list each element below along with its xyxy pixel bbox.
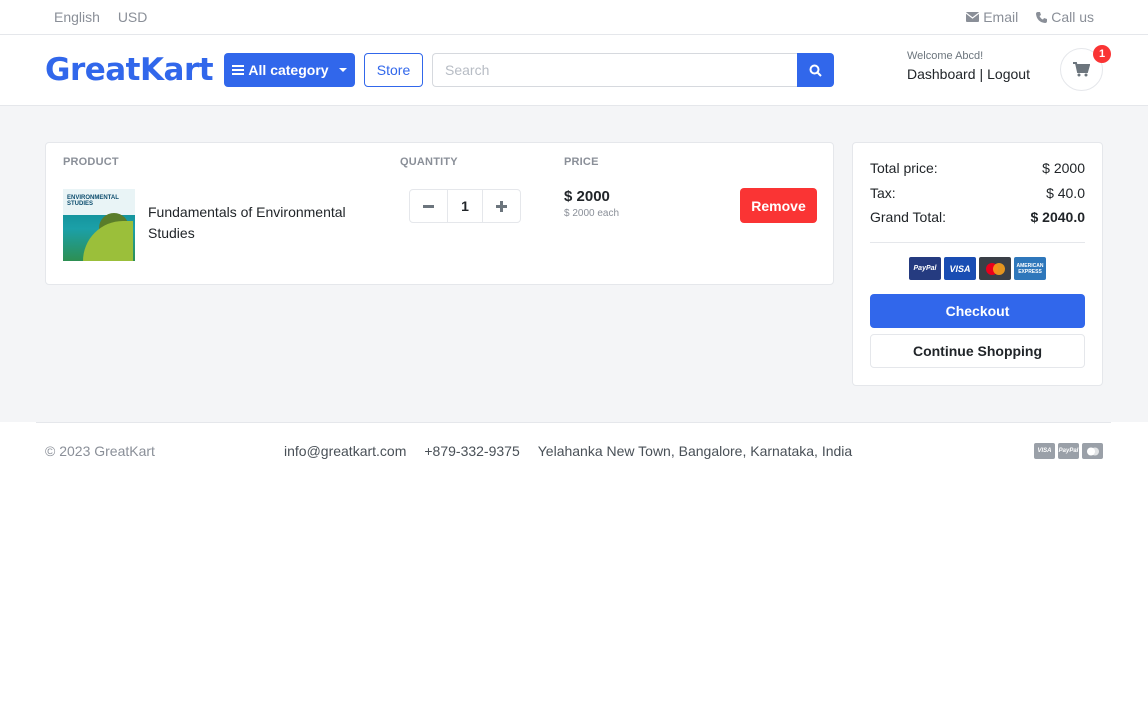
language-selector[interactable]: English <box>54 9 100 25</box>
column-header-quantity: QUANTITY <box>400 156 458 168</box>
summary-divider <box>870 242 1085 243</box>
footer-visa-icon: VISA <box>1034 443 1055 459</box>
product-name-link[interactable]: Fundamentals of Environmental Studies <box>148 202 378 244</box>
column-header-product: PRODUCT <box>63 156 119 168</box>
thumbnail-leaf-graphic <box>83 221 133 261</box>
total-price-value: $ 2000 <box>1042 160 1085 176</box>
search-icon <box>809 64 822 77</box>
summary-grand-total-row: Grand Total: $ 2040.0 <box>870 209 1085 225</box>
decrease-quantity-button[interactable] <box>410 190 447 222</box>
footer-address: Yelahanka New Town, Bangalore, Karnataka… <box>537 443 853 459</box>
caret-down-icon <box>338 68 347 72</box>
call-link[interactable]: Call us <box>1036 9 1094 25</box>
product-thumbnail[interactable]: ENVIRONMENTAL STUDIES <box>63 189 135 261</box>
grand-total-label: Grand Total: <box>870 209 947 225</box>
search-input[interactable] <box>432 53 797 87</box>
cart-button[interactable]: 1 <box>1060 45 1111 91</box>
plus-icon <box>496 200 507 212</box>
logo-text-kart: Kart <box>140 52 214 88</box>
welcome-text: Welcome Abcd! <box>907 50 984 62</box>
email-link-label: Email <box>983 9 1019 25</box>
amex-icon: AMERICAN EXPRESS <box>1014 257 1046 280</box>
menu-icon <box>232 65 245 75</box>
item-price: $ 2000 <box>564 188 610 205</box>
item-unit-price: $ 2000 each <box>564 208 620 219</box>
payment-methods: PayPal VISA AMERICAN EXPRESS <box>909 257 1046 280</box>
thumbnail-title-text: ENVIRONMENTAL STUDIES <box>67 195 119 207</box>
phone-icon <box>1036 11 1048 23</box>
tax-value: $ 40.0 <box>1046 185 1085 201</box>
site-footer: © 2023 GreatKart info@greatkart.com +879… <box>36 422 1111 480</box>
email-link[interactable]: Email <box>966 9 1018 25</box>
dashboard-link[interactable]: Dashboard <box>907 66 976 82</box>
tax-label: Tax: <box>870 185 896 201</box>
search-form <box>432 53 834 87</box>
total-price-label: Total price: <box>870 160 938 176</box>
logout-link[interactable]: Logout <box>987 66 1030 82</box>
footer-payment-icons: VISA PayPal <box>1034 443 1103 459</box>
site-header: GreatKart All category Store Welcome Abc… <box>0 35 1148 106</box>
summary-total-row: Total price: $ 2000 <box>870 160 1085 176</box>
footer-email[interactable]: info@greatkart.com <box>284 443 406 459</box>
site-logo[interactable]: GreatKart <box>45 52 214 88</box>
footer-contact: info@greatkart.com +879-332-9375 Yelahan… <box>284 443 852 459</box>
quantity-stepper: 1 <box>409 189 521 223</box>
summary-tax-row: Tax: $ 40.0 <box>870 185 1085 201</box>
currency-selector[interactable]: USD <box>118 9 148 25</box>
paypal-icon: PayPal <box>909 257 941 280</box>
all-category-button[interactable]: All category <box>224 53 355 87</box>
envelope-icon <box>966 12 980 22</box>
footer-mastercard-icon <box>1082 443 1103 459</box>
cart-table-card: PRODUCT QUANTITY PRICE ENVIRONMENTAL STU… <box>45 142 834 285</box>
user-links: Dashboard | Logout <box>907 66 1030 82</box>
logo-text-great: Great <box>45 52 141 88</box>
increase-quantity-button[interactable] <box>483 190 520 222</box>
search-button[interactable] <box>797 53 834 87</box>
minus-icon <box>423 204 434 208</box>
grand-total-value: $ 2040.0 <box>1030 209 1086 225</box>
contact-links: Email Call us <box>966 9 1094 25</box>
footer-phone[interactable]: +879-332-9375 <box>424 443 519 459</box>
order-summary-card: Total price: $ 2000 Tax: $ 40.0 Grand To… <box>852 142 1103 386</box>
visa-icon: VISA <box>944 257 976 280</box>
locale-settings: English USD <box>54 9 161 25</box>
copyright-text: © 2023 GreatKart <box>45 443 155 459</box>
store-button[interactable]: Store <box>364 53 423 87</box>
main-content: PRODUCT QUANTITY PRICE ENVIRONMENTAL STU… <box>0 106 1148 422</box>
footer-paypal-icon: PayPal <box>1058 443 1079 459</box>
remove-button[interactable]: Remove <box>740 188 817 223</box>
checkout-button[interactable]: Checkout <box>870 294 1085 328</box>
mastercard-icon <box>979 257 1011 280</box>
continue-shopping-button[interactable]: Continue Shopping <box>870 334 1085 368</box>
call-link-label: Call us <box>1051 9 1094 25</box>
quantity-value[interactable]: 1 <box>447 190 483 222</box>
column-header-price: PRICE <box>564 156 599 168</box>
cart-count-badge: 1 <box>1093 45 1111 63</box>
user-links-separator: | <box>979 66 984 82</box>
shopping-cart-icon <box>1073 62 1090 77</box>
top-bar: English USD Email Call us <box>0 0 1148 35</box>
all-category-label: All category <box>248 62 329 78</box>
